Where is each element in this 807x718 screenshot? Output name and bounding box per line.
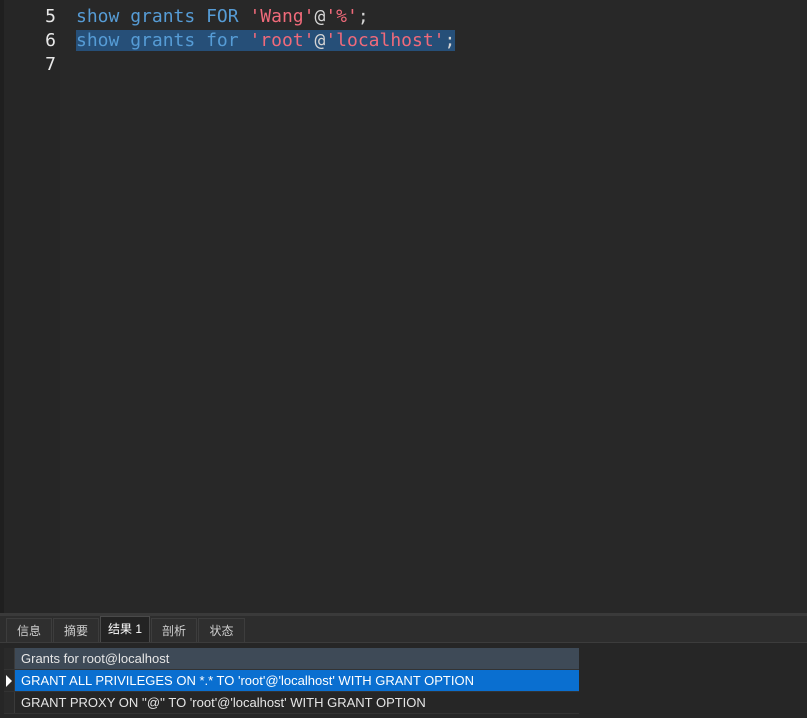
sql-punctuation: @ [314,30,326,51]
tab-profile[interactable]: 剖析 [151,618,197,642]
sql-punctuation [195,6,206,27]
sql-keyword: grants [130,30,196,51]
sql-keyword: show [76,30,120,51]
code-line-6[interactable]: show grants for 'root'@'localhost'; [76,29,456,53]
table-row[interactable]: GRANT ALL PRIVILEGES ON *.* TO 'root'@'l… [4,670,579,692]
sql-keyword: for [206,30,239,51]
code-text: show grants for 'root'@'localhost'; [76,30,456,51]
result-tab-bar: 信息 摘要 结果 1 剖析 状态 [0,616,807,643]
sql-string: 'root' [249,30,315,51]
sql-punctuation: @ [314,6,326,27]
row-indicator [4,648,14,669]
tab-info[interactable]: 信息 [6,618,52,642]
sql-string: 'localhost' [325,30,445,51]
sql-punctuation [239,30,250,51]
table-row[interactable]: GRANT PROXY ON ''@'' TO 'root'@'localhos… [4,692,579,714]
current-row-arrow-icon [6,675,12,687]
row-indicator [4,670,14,691]
line-number: 7 [45,54,56,75]
column-header-grants[interactable]: Grants for root@localhost [14,648,579,669]
table-cell[interactable]: GRANT ALL PRIVILEGES ON *.* TO 'root'@'l… [14,670,579,691]
sql-keyword: grants [130,6,196,27]
line-number: 6 [45,30,56,51]
row-indicator [4,692,14,713]
sql-punctuation [239,6,250,27]
sql-punctuation: ; [444,30,456,51]
sql-editor[interactable]: 5 6 7 show grants FOR 'Wang'@'%'; show g… [0,0,807,613]
column-header-row: Grants for root@localhost [4,648,579,670]
sql-string: 'Wang' [249,6,315,27]
sql-keyword: FOR [206,6,239,27]
code-text: show grants FOR 'Wang'@'%'; [76,6,369,27]
tab-summary[interactable]: 摘要 [53,618,99,642]
line-number: 5 [45,6,56,27]
sql-punctuation: ; [357,6,369,27]
line-number-gutter: 5 6 7 [4,0,60,613]
tab-result-1[interactable]: 结果 1 [100,616,150,642]
results-grid[interactable]: Grants for root@localhost GRANT ALL PRIV… [4,648,579,714]
sql-punctuation [119,30,130,51]
sql-keyword: show [76,6,120,27]
results-panel: Grants for root@localhost GRANT ALL PRIV… [0,643,807,718]
sql-string: '%' [325,6,358,27]
table-cell[interactable]: GRANT PROXY ON ''@'' TO 'root'@'localhos… [14,692,579,713]
code-line-5[interactable]: show grants FOR 'Wang'@'%'; [76,5,369,29]
sql-punctuation [195,30,206,51]
sql-punctuation [119,6,130,27]
tab-status[interactable]: 状态 [198,618,245,642]
